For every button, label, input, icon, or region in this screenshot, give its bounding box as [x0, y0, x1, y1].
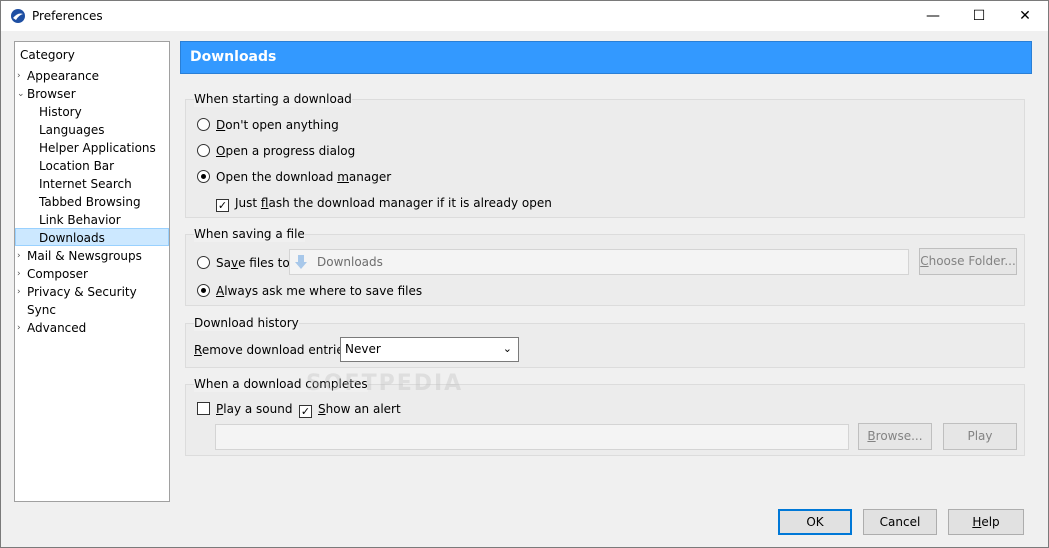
save-files-to-radio[interactable]: Save files to: [197, 255, 290, 271]
chevron-right-icon[interactable]: ›: [17, 67, 25, 85]
chevron-right-icon[interactable]: ›: [17, 283, 25, 301]
checkmark-icon[interactable]: ✓: [216, 199, 229, 212]
category-tree[interactable]: Category › Appearance ⌄ Browser History …: [14, 41, 170, 502]
select-value: Never: [345, 342, 381, 356]
sidebar-item-label: Composer: [27, 267, 88, 281]
download-manager-radio[interactable]: Open the download manager: [197, 169, 391, 185]
title-bar: Preferences — ☐ ✕: [1, 1, 1048, 31]
maximize-button[interactable]: ☐: [956, 1, 1002, 31]
group-title: When saving a file: [194, 226, 305, 242]
chevron-right-icon[interactable]: ›: [17, 319, 25, 337]
ok-button[interactable]: OK: [778, 509, 852, 535]
sidebar-item-label: Sync: [27, 303, 56, 317]
browse-button[interactable]: Browse...: [858, 423, 932, 450]
group-title: When starting a download: [194, 91, 352, 107]
sidebar-item-downloads[interactable]: Downloads: [15, 228, 169, 246]
sound-file-field[interactable]: [215, 424, 849, 450]
chevron-right-icon[interactable]: ›: [17, 247, 25, 265]
checkmark-icon[interactable]: ✓: [299, 405, 312, 418]
download-folder-field[interactable]: Downloads: [289, 249, 909, 275]
preferences-window: Preferences — ☐ ✕ Category › Appearance …: [0, 0, 1049, 548]
sidebar-item-label: History: [39, 105, 82, 119]
play-button[interactable]: Play: [943, 423, 1017, 450]
download-folder-value: Downloads: [317, 255, 383, 269]
sidebar-item-label: Location Bar: [39, 159, 115, 173]
page-title: Downloads: [180, 41, 1032, 74]
radio-icon[interactable]: [197, 256, 210, 269]
radio-icon[interactable]: [197, 170, 210, 183]
sidebar-item-location-bar[interactable]: Location Bar: [39, 157, 114, 175]
sidebar-item-label: Helper Applications: [39, 141, 156, 155]
sidebar-item-label: Mail & Newsgroups: [27, 249, 142, 263]
remove-entries-select[interactable]: Never ⌄: [340, 337, 519, 362]
checkbox-icon[interactable]: [197, 402, 210, 415]
sidebar-item-label: Downloads: [39, 231, 105, 245]
sidebar-item-composer[interactable]: › Composer: [17, 265, 88, 283]
sidebar-item-appearance[interactable]: › Appearance: [17, 67, 100, 85]
sidebar-item-sync[interactable]: Sync: [27, 301, 56, 319]
choose-folder-button[interactable]: Choose Folder...: [919, 248, 1017, 275]
sidebar-item-link-behavior[interactable]: Link Behavior: [39, 211, 121, 229]
sidebar-item-languages[interactable]: Languages: [39, 121, 104, 139]
radio-icon[interactable]: [197, 118, 210, 131]
always-ask-radio[interactable]: Always ask me where to save files: [197, 283, 422, 299]
sidebar-item-label: Link Behavior: [39, 213, 121, 227]
sidebar-item-label: Advanced: [27, 321, 87, 335]
window-title: Preferences: [32, 9, 103, 23]
category-header: Category: [20, 48, 75, 62]
chevron-right-icon[interactable]: ›: [17, 265, 25, 283]
close-button[interactable]: ✕: [1002, 1, 1048, 31]
sidebar-item-helper-applications[interactable]: Helper Applications: [39, 139, 156, 157]
download-history-group: Download history Remove download entries…: [185, 315, 1025, 368]
watermark: SOFTPEDIA: [306, 371, 464, 396]
group-title: Download history: [194, 315, 299, 331]
flash-manager-checkbox[interactable]: ✓ Just flash the download manager if it i…: [216, 195, 552, 212]
sidebar-item-label: Appearance: [27, 69, 100, 83]
chevron-down-icon: ⌄: [502, 342, 512, 355]
chevron-down-icon[interactable]: ⌄: [17, 85, 25, 103]
sidebar-item-tabbed-browsing[interactable]: Tabbed Browsing: [39, 193, 141, 211]
dont-open-radio[interactable]: Don't open anything: [197, 117, 339, 133]
radio-icon[interactable]: [197, 284, 210, 297]
radio-icon[interactable]: [197, 144, 210, 157]
minimize-button[interactable]: —: [910, 1, 956, 31]
show-alert-checkbox[interactable]: ✓ Show an alert: [299, 401, 401, 418]
sidebar-item-history[interactable]: History: [39, 103, 82, 121]
sidebar-item-label: Browser: [27, 87, 76, 101]
cancel-button[interactable]: Cancel: [863, 509, 937, 535]
sidebar-item-label: Privacy & Security: [27, 285, 137, 299]
download-completes-group: When a download completes SOFTPEDIA Play…: [185, 371, 1025, 456]
sidebar-item-label: Tabbed Browsing: [39, 195, 141, 209]
sidebar-item-label: Internet Search: [39, 177, 132, 191]
sidebar-item-mail-newsgroups[interactable]: › Mail & Newsgroups: [17, 247, 142, 265]
sidebar-item-label: Languages: [39, 123, 105, 137]
sidebar-item-browser[interactable]: ⌄ Browser: [17, 85, 76, 103]
starting-download-group: When starting a download Don't open anyt…: [185, 91, 1025, 218]
sidebar-item-internet-search[interactable]: Internet Search: [39, 175, 132, 193]
remove-entries-label: Remove download entries: [194, 343, 350, 357]
app-icon: [11, 9, 25, 23]
sidebar-item-advanced[interactable]: › Advanced: [17, 319, 87, 337]
progress-dialog-radio[interactable]: Open a progress dialog: [197, 143, 355, 159]
download-arrow-icon: [295, 255, 307, 269]
help-button[interactable]: Help: [948, 509, 1024, 535]
sidebar-item-privacy-security[interactable]: › Privacy & Security: [17, 283, 137, 301]
saving-file-group: When saving a file Save files to Downloa…: [185, 226, 1025, 306]
play-sound-checkbox[interactable]: Play a sound: [197, 401, 292, 417]
